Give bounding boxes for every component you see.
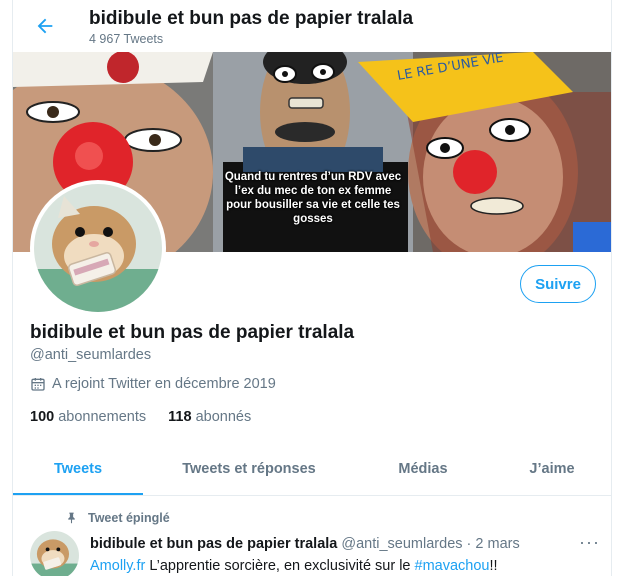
following-link[interactable]: 100 abonnements [30,409,146,425]
tweet-body-text: L’apprentie sorcière, en exclusivité sur… [145,558,415,574]
tweet-text: Amolly.fr L’apprentie sorcière, en exclu… [90,558,498,574]
hamster-illustration [34,184,162,312]
following-label: abonnements [58,409,147,425]
pin-icon [68,512,75,524]
tweet-count: 4 967 Tweets [89,32,164,46]
followers-link[interactable]: 118 abonnés [168,409,251,425]
hamster-illustration-small [30,531,79,576]
tab-media[interactable]: Médias [355,443,491,495]
banner-caption: Quand tu rentres d’un RDV avec l’ex du m… [224,171,402,225]
profile-tabs: Tweets Tweets et réponses Médias J’aime [13,443,611,496]
tweet-header: bidibule et bun pas de papier tralala @a… [90,536,520,552]
profile-handle: @anti_seumlardes [30,347,152,363]
profile-column: bidibule et bun pas de papier tralala 4 … [12,0,612,576]
tweet-hashtag[interactable]: #mavachou [415,558,490,574]
tweet-author-avatar[interactable] [30,531,79,576]
profile-avatar[interactable] [30,180,166,316]
followers-count: 118 [168,409,192,425]
tweet-separator: · [462,536,476,552]
header-title: bidibule et bun pas de papier tralala [89,8,414,29]
arrow-left-icon [37,18,53,34]
tweet-author-handle[interactable]: @anti_seumlardes [341,536,462,552]
tweet-author-name[interactable]: bidibule et bun pas de papier tralala [90,536,337,552]
tab-likes[interactable]: J’aime [491,443,611,495]
follow-button[interactable]: Suivre [520,265,596,303]
join-date: A rejoint Twitter en décembre 2019 [30,376,276,392]
tweet-suffix: !! [489,558,498,574]
more-icon[interactable]: ··· [579,532,600,553]
top-bar: bidibule et bun pas de papier tralala 4 … [13,0,611,52]
calendar-icon [31,378,45,391]
tab-tweets-and-replies[interactable]: Tweets et réponses [143,443,355,495]
follow-stats: 100 abonnements 118 abonnés [30,409,269,425]
join-date-text: A rejoint Twitter en décembre 2019 [52,376,276,392]
following-count: 100 [30,409,55,425]
avatar-image [34,184,162,312]
followers-label: abonnés [195,409,252,425]
tab-tweets[interactable]: Tweets [13,443,143,495]
pinned-indicator: Tweet épinglé [65,510,170,525]
back-button[interactable] [31,12,59,40]
pinned-label: Tweet épinglé [88,510,170,525]
profile-name: bidibule et bun pas de papier tralala [30,322,355,343]
tweet-date[interactable]: 2 mars [475,536,519,552]
tweet-link[interactable]: Amolly.fr [90,558,145,574]
